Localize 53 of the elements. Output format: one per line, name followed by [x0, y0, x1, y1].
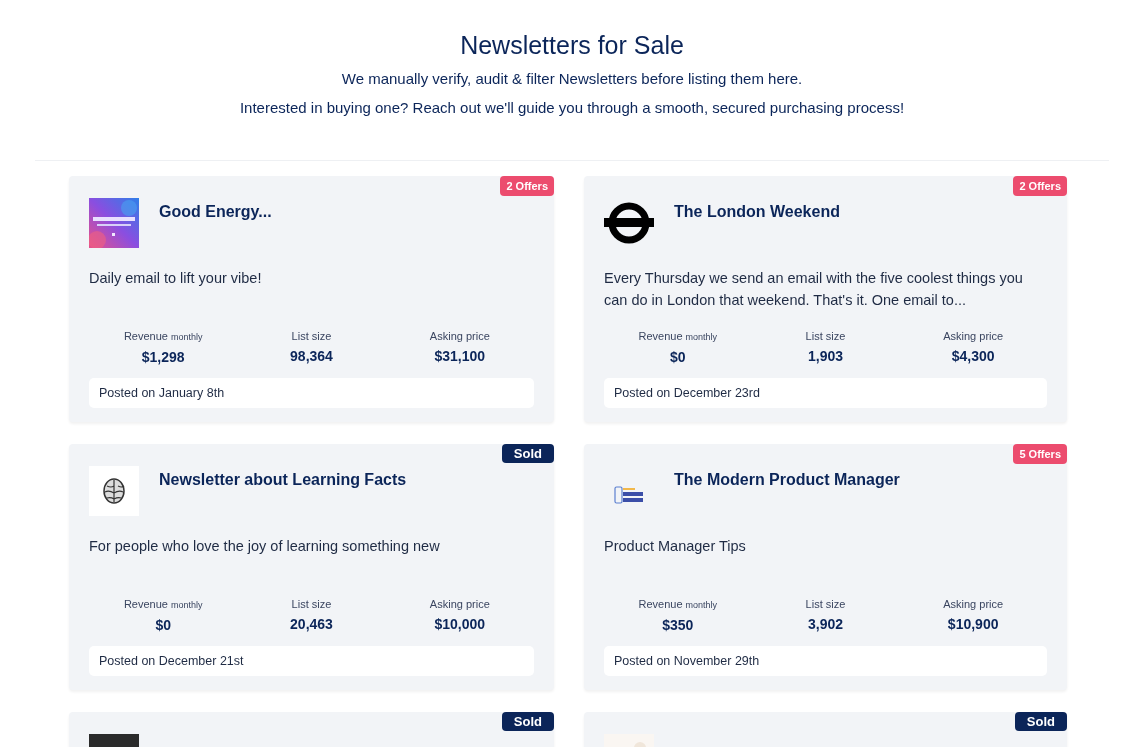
subtitle: Interested in buying one? Reach out we'll guide you through a smooth, secured purchasing process!	[238, 98, 906, 118]
status-badge: Sold	[1014, 712, 1067, 731]
status-badge: Sold	[501, 712, 554, 731]
listing-card[interactable]: Sold	[584, 712, 1067, 747]
stat-value: $1,298	[141, 348, 185, 367]
stat-label: Revenue monthly	[123, 597, 203, 612]
stat-label: Asking price	[429, 597, 490, 611]
stat-label: Revenue monthly	[638, 329, 718, 344]
listing-description: Product Manager Tips	[604, 537, 747, 556]
listing-description: Daily email to lift your vibe!	[89, 269, 263, 288]
listing-title[interactable]: Good Energy...	[159, 202, 272, 222]
listing-description: For people who love the joy of learning something new	[89, 537, 441, 556]
stat-label: List size	[291, 329, 332, 343]
stat-label: Asking price	[943, 597, 1004, 611]
posted-date: Posted on November 29th	[604, 646, 1047, 676]
stat-value: $0	[670, 348, 686, 367]
stat-label: Asking price	[943, 329, 1004, 343]
stat-value: $10,900	[947, 615, 999, 634]
status-badge: 2 Offers	[1013, 176, 1067, 196]
stat-value: $31,100	[434, 347, 486, 366]
stat-value: $350	[662, 616, 694, 635]
listing-card[interactable]: 5 Offers The Modern Product Manager Product Manager Tips Revenue monthly $350 List size 3,902 Asking price $10,900 Posted on November 29th	[584, 444, 1067, 690]
stat-label: Asking price	[429, 329, 490, 343]
roundel-icon	[604, 202, 654, 244]
status-badge: 5 Offers	[1013, 444, 1067, 464]
listing-title[interactable]: The Modern Product Manager	[674, 470, 900, 490]
subtitle: We manually verify, audit & filter Newsletters before listing them here.	[340, 69, 804, 89]
listing-title[interactable]: The London Weekend	[674, 202, 840, 222]
stat-value: 1,903	[807, 347, 843, 366]
stat-value: $4,300	[951, 347, 995, 366]
stat-value: 3,902	[807, 615, 843, 634]
stat-label: Revenue monthly	[638, 597, 718, 612]
posted-date: Posted on December 21st	[89, 646, 534, 676]
stat-value: $10,000	[434, 615, 486, 634]
brain-icon	[103, 478, 125, 504]
stat-value: $0	[155, 616, 171, 635]
posted-date: Posted on December 23rd	[604, 378, 1047, 408]
listing-card[interactable]: Sold Newsletter about Learning Facts For people who love the joy of learning something new Revenue monthly $0 List size 20,463 Asking price $10,000 Posted on December 21st	[69, 444, 554, 690]
listing-card[interactable]: 2 Offers Good Energy... Daily email to lift your vibe! Revenue monthly $1,298 List size 98,364 Asking price $31,100 Posted on January 8th	[69, 176, 554, 422]
listing-card[interactable]	[584, 176, 1067, 422]
posted-date: Posted on January 8th	[89, 378, 534, 408]
stat-label: List size	[291, 597, 332, 611]
listing-description: Every Thursday we send an email with the five coolest things you can do in London that weekend. That's it. One email to...	[604, 269, 1024, 310]
status-badge: Sold	[501, 444, 554, 463]
stat-label: List size	[805, 329, 846, 343]
listing-title[interactable]: Newsletter about Learning Facts	[159, 470, 407, 490]
status-badge: 2 Offers	[500, 176, 554, 196]
stat-value: 20,463	[290, 615, 333, 634]
stat-value: 98,364	[290, 347, 333, 366]
stat-label: Revenue monthly	[123, 329, 203, 344]
stat-label: List size	[805, 597, 846, 611]
listing-card[interactable]: Sold	[69, 712, 554, 747]
page-title: Newsletters for Sale	[459, 30, 685, 60]
